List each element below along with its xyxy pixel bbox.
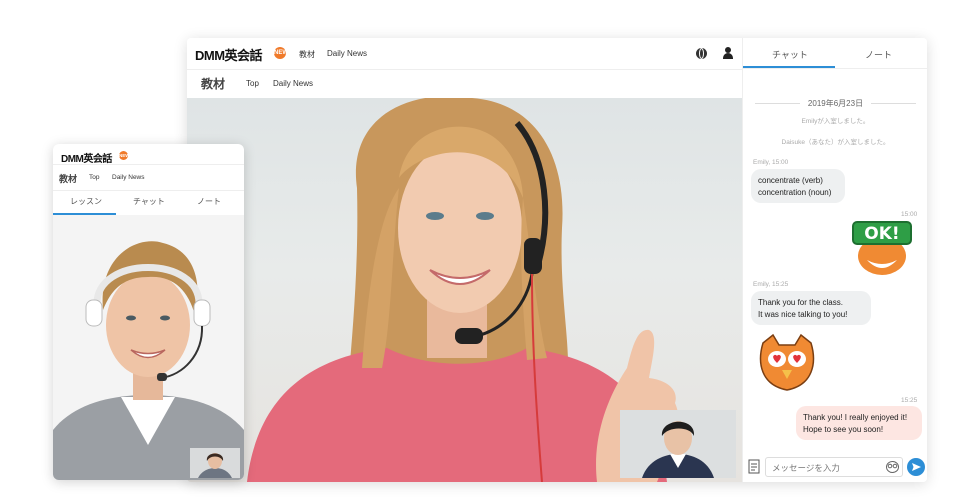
message-line: concentrate (verb)	[758, 176, 823, 185]
active-tab-indicator	[743, 66, 835, 68]
message-bubble: Thank you for the class. It was nice tal…	[751, 291, 871, 325]
chat-panel: チャット ノート 2019年6月23日 Emilyが入室しました。 Daisuk…	[742, 38, 927, 482]
desktop-lesson-window: DMM英会話 NEW 教材 Daily News 教材 Top Daily Ne…	[187, 38, 927, 482]
document-icon[interactable]	[748, 459, 762, 475]
message-meta: Emily, 15:00	[753, 159, 789, 166]
brand-logo[interactable]: DMM英会話	[195, 45, 263, 64]
subnav-top-link[interactable]: Top	[246, 79, 259, 88]
teacher-video-frame	[53, 215, 244, 480]
tab-chat[interactable]: チャット	[133, 196, 165, 207]
self-view-frame	[190, 448, 240, 478]
logo-badge: NEW	[119, 151, 130, 160]
message-meta: Emily, 15:25	[753, 281, 789, 288]
my-message-bubble: Thank you! I really enjoyed it! Hope to …	[796, 406, 922, 440]
tab-note[interactable]: ノート	[197, 196, 221, 207]
self-view-frame	[620, 410, 736, 478]
globe-icon[interactable]	[696, 48, 707, 59]
desktop-top-bar: DMM英会話 NEW 教材 Daily News	[187, 38, 742, 70]
message-line: It was nice talking to you!	[758, 310, 848, 319]
materials-subnav: 教材 Top Daily News	[187, 70, 742, 98]
tab-note[interactable]: ノート	[865, 48, 892, 61]
tab-chat[interactable]: チャット	[772, 48, 808, 61]
subnav-daily-news-link[interactable]: Daily News	[112, 174, 145, 181]
message-meta: 15:00	[901, 211, 918, 218]
teacher-video	[187, 98, 742, 482]
materials-title: 教材	[201, 77, 226, 91]
mobile-lesson-window: DMM英会話 NEW 教材 Top Daily News レッスン チャット ノ…	[53, 144, 244, 480]
tab-lesson[interactable]: レッスン	[70, 196, 102, 207]
subnav-divider	[53, 190, 244, 191]
tab-divider	[743, 68, 927, 69]
message-line: concentration (noun)	[758, 188, 832, 197]
self-view-video[interactable]	[190, 448, 240, 478]
heart-eyes-owl-sticker	[759, 333, 815, 391]
date-divider-right	[871, 103, 916, 104]
nav-daily-news[interactable]: Daily News	[327, 49, 367, 58]
brand-logo[interactable]: DMM英会話	[61, 150, 112, 165]
message-bubble: concentrate (verb) concentration (noun)	[751, 169, 845, 203]
subnav-top-link[interactable]: Top	[89, 174, 99, 181]
subnav-daily-news-link[interactable]: Daily News	[273, 79, 313, 88]
send-button[interactable]	[907, 458, 925, 476]
send-icon	[912, 463, 921, 471]
message-line: Hope to see you soon!	[803, 425, 884, 434]
self-view-video[interactable]	[620, 410, 736, 478]
message-input-box[interactable]	[765, 457, 903, 477]
user-icon[interactable]	[722, 47, 734, 59]
owl-emoji-icon[interactable]	[886, 461, 899, 473]
teacher-video	[53, 215, 244, 480]
message-input[interactable]	[766, 459, 888, 477]
materials-title: 教材	[59, 174, 78, 184]
ok-sticker: OK!	[852, 221, 912, 275]
system-message: Daisuke（あなた）が入室しました。	[781, 139, 890, 146]
header-divider	[53, 164, 244, 165]
ok-sticker-text: OK!	[864, 224, 899, 244]
nav-materials[interactable]: 教材	[299, 49, 315, 60]
system-message: Emilyが入室しました。	[801, 118, 870, 125]
message-line: Thank you! I really enjoyed it!	[803, 413, 908, 422]
message-meta: 15:25	[901, 397, 918, 404]
message-line: Thank you for the class.	[758, 298, 843, 307]
logo-badge: NEW	[274, 47, 288, 59]
